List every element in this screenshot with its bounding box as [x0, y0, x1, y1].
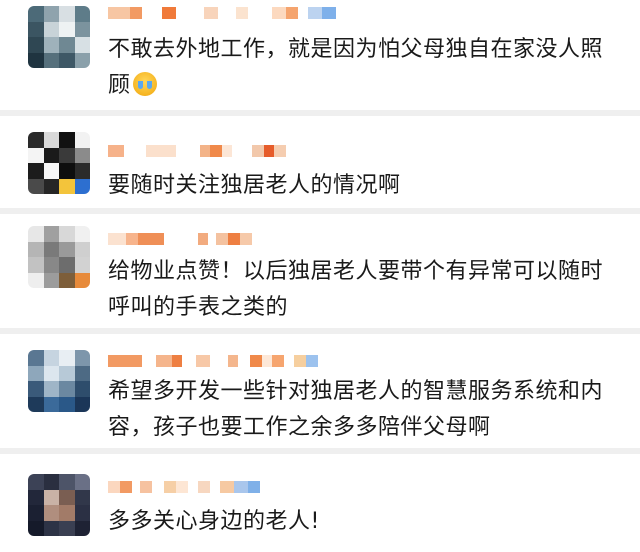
username-blurred[interactable] — [108, 480, 260, 494]
comment-list: 不敢去外地工作，就是因为怕父母独自在家没人照顾 要随时关注独居老人的情况啊 给物… — [0, 0, 640, 552]
comment-text-content: 多多关心身边的老人! — [108, 509, 320, 534]
avatar[interactable] — [28, 474, 90, 536]
comment-item[interactable]: 给物业点赞！以后独居老人要带个有异常可以随时呼叫的手表之类的 — [0, 214, 640, 328]
avatar[interactable] — [28, 350, 90, 412]
username-blurred[interactable] — [108, 144, 286, 158]
comment-text-content: 给物业点赞！以后独居老人要带个有异常可以随时呼叫的手表之类的 — [108, 259, 604, 320]
comment-text: 不敢去外地工作，就是因为怕父母独自在家没人照顾 — [108, 32, 620, 104]
comment-text-content: 要随时关注独居老人的情况啊 — [108, 173, 401, 198]
comment-text: 希望多开发一些针对独居老人的智慧服务系统和内容，孩子也要工作之余多多陪伴父母啊 — [108, 374, 620, 446]
crying-face-emoji-icon — [132, 72, 157, 96]
avatar[interactable] — [28, 6, 90, 68]
comment-item[interactable]: 不敢去外地工作，就是因为怕父母独自在家没人照顾 — [0, 0, 640, 110]
username-blurred[interactable] — [108, 232, 252, 246]
comment-text: 给物业点赞！以后独居老人要带个有异常可以随时呼叫的手表之类的 — [108, 254, 620, 326]
comment-item[interactable]: 希望多开发一些针对独居老人的智慧服务系统和内容，孩子也要工作之余多多陪伴父母啊 — [0, 334, 640, 448]
comment-text: 多多关心身边的老人! — [108, 504, 620, 540]
comment-text: 要随时关注独居老人的情况啊 — [108, 168, 620, 204]
comment-item[interactable]: 要随时关注独居老人的情况啊 — [0, 116, 640, 208]
avatar[interactable] — [28, 226, 90, 288]
comment-text-content: 不敢去外地工作，就是因为怕父母独自在家没人照顾 — [108, 37, 604, 98]
username-blurred[interactable] — [108, 6, 336, 20]
username-blurred[interactable] — [108, 354, 318, 368]
comment-item[interactable]: 多多关心身边的老人! — [0, 454, 640, 552]
avatar[interactable] — [28, 132, 90, 194]
comment-text-content: 希望多开发一些针对独居老人的智慧服务系统和内容，孩子也要工作之余多多陪伴父母啊 — [108, 379, 604, 440]
